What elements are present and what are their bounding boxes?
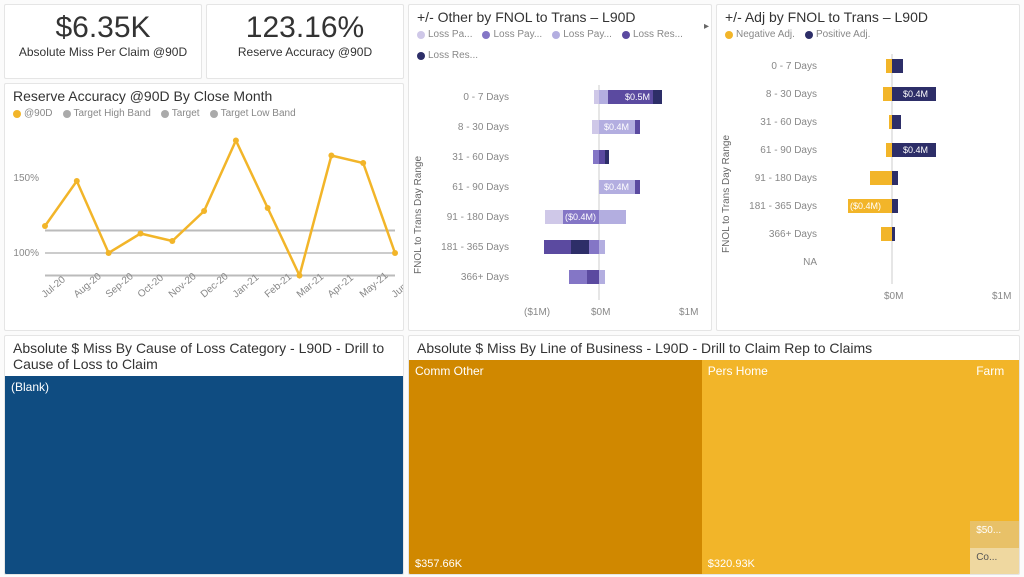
svg-text:$0.4M: $0.4M	[903, 145, 928, 155]
svg-text:31 - 60 Days: 31 - 60 Days	[452, 152, 509, 163]
line-svg: 100% 150% Jul-20 Aug-20 Sep-20 Oct-20 No…	[5, 123, 403, 323]
cell-value: $736.59K	[11, 574, 58, 575]
svg-text:$0.4M: $0.4M	[903, 89, 928, 99]
svg-text:$0M: $0M	[884, 291, 903, 302]
scroll-right-icon[interactable]: ▸	[704, 21, 709, 32]
svg-text:366+ Days: 366+ Days	[461, 272, 509, 283]
svg-text:366+ Days: 366+ Days	[769, 229, 817, 240]
adj-bar-svg: FNOL to Trans Day Range 0 - 7 Days 8 - 3…	[717, 44, 1020, 319]
chart-title: +/- Other by FNOL to Trans – L90D	[409, 5, 711, 29]
treemap-cause-of-loss[interactable]: Absolute $ Miss By Cause of Loss Categor…	[4, 335, 404, 575]
kpi-value: 123.16%	[211, 11, 399, 45]
kpi-value: $6.35K	[9, 11, 197, 45]
svg-text:8 - 30 Days: 8 - 30 Days	[766, 89, 817, 100]
svg-text:$0M: $0M	[591, 307, 610, 318]
svg-text:($1M): ($1M)	[524, 307, 550, 318]
chart-title: +/- Adj by FNOL to Trans – L90D	[717, 5, 1019, 29]
svg-text:91 - 180 Days: 91 - 180 Days	[447, 212, 509, 223]
chart-other-by-fnol[interactable]: +/- Other by FNOL to Trans – L90D Loss P…	[408, 4, 712, 331]
chart-reserve-accuracy-line[interactable]: Reserve Accuracy @90D By Close Month @90…	[4, 83, 404, 331]
treemap-cell-comm-other[interactable]: Comm Other $357.66K	[409, 360, 702, 574]
svg-text:$1M: $1M	[679, 307, 698, 318]
chart-adj-by-fnol[interactable]: +/- Adj by FNOL to Trans – L90D Negative…	[716, 4, 1020, 331]
chart-legend: Negative Adj. Positive Adj.	[717, 29, 1019, 44]
svg-text:($0.4M): ($0.4M)	[565, 212, 596, 222]
treemap-cell-50[interactable]: $50...	[970, 521, 1019, 549]
treemap-line-of-business[interactable]: Absolute $ Miss By Line of Business - L9…	[408, 335, 1020, 575]
svg-text:Jul-20: Jul-20	[40, 274, 68, 300]
svg-text:181 - 365 Days: 181 - 365 Days	[749, 201, 817, 212]
svg-text:$0.5M: $0.5M	[625, 92, 650, 102]
svg-text:($0.4M): ($0.4M)	[850, 201, 881, 211]
cell-label: Comm Other	[415, 364, 484, 378]
kpi-label: Absolute Miss Per Claim @90D	[9, 45, 197, 59]
kpi-reserve-accuracy: 123.16% Reserve Accuracy @90D	[206, 4, 404, 79]
chart-title: Absolute $ Miss By Line of Business - L9…	[409, 336, 1019, 360]
cell-value: $320.93K	[708, 558, 755, 570]
kpi-label: Reserve Accuracy @90D	[211, 45, 399, 59]
svg-text:$1M: $1M	[992, 291, 1011, 302]
cell-label: (Blank)	[11, 380, 49, 394]
svg-text:FNOL to Trans Day Range: FNOL to Trans Day Range	[721, 135, 732, 253]
treemap-cell-pers-home[interactable]: Pers Home $320.93K	[702, 360, 970, 574]
svg-text:150%: 150%	[13, 173, 39, 184]
treemap-cell-blank[interactable]: (Blank) $736.59K	[5, 376, 403, 575]
cell-label: Pers Home	[708, 364, 768, 378]
svg-text:FNOL to Trans Day Range: FNOL to Trans Day Range	[413, 156, 424, 274]
svg-text:NA: NA	[803, 257, 817, 268]
svg-text:31 - 60 Days: 31 - 60 Days	[760, 117, 817, 128]
svg-text:61 - 90 Days: 61 - 90 Days	[760, 145, 817, 156]
treemap-cell-farm[interactable]: Farm	[970, 360, 1019, 521]
svg-text:$0.4M: $0.4M	[604, 182, 629, 192]
chart-legend: @90D Target High Band Target Target Low …	[5, 108, 403, 123]
cell-label: Farm	[976, 364, 1004, 378]
svg-text:61 - 90 Days: 61 - 90 Days	[452, 182, 509, 193]
svg-text:$0.4M: $0.4M	[604, 122, 629, 132]
svg-text:100%: 100%	[13, 248, 39, 259]
treemap-cell-co[interactable]: Co...	[970, 548, 1019, 574]
svg-text:0 - 7 Days: 0 - 7 Days	[463, 92, 509, 103]
cell-value: $357.66K	[415, 558, 462, 570]
svg-text:181 - 365 Days: 181 - 365 Days	[441, 242, 509, 253]
chart-legend: Loss Pa... Loss Pay... Loss Pay... Loss …	[409, 29, 711, 65]
kpi-miss-per-claim: $6.35K Absolute Miss Per Claim @90D	[4, 4, 202, 79]
chart-title: Absolute $ Miss By Cause of Loss Categor…	[5, 336, 403, 376]
cell-label: Co...	[976, 552, 997, 563]
svg-text:0 - 7 Days: 0 - 7 Days	[771, 61, 817, 72]
cell-label: $50...	[976, 525, 1001, 536]
svg-text:8 - 30 Days: 8 - 30 Days	[458, 122, 509, 133]
chart-title: Reserve Accuracy @90D By Close Month	[5, 84, 403, 108]
svg-text:91 - 180 Days: 91 - 180 Days	[755, 173, 817, 184]
other-bar-svg: FNOL to Trans Day Range 0 - 7 Days $0.5M…	[409, 65, 712, 331]
